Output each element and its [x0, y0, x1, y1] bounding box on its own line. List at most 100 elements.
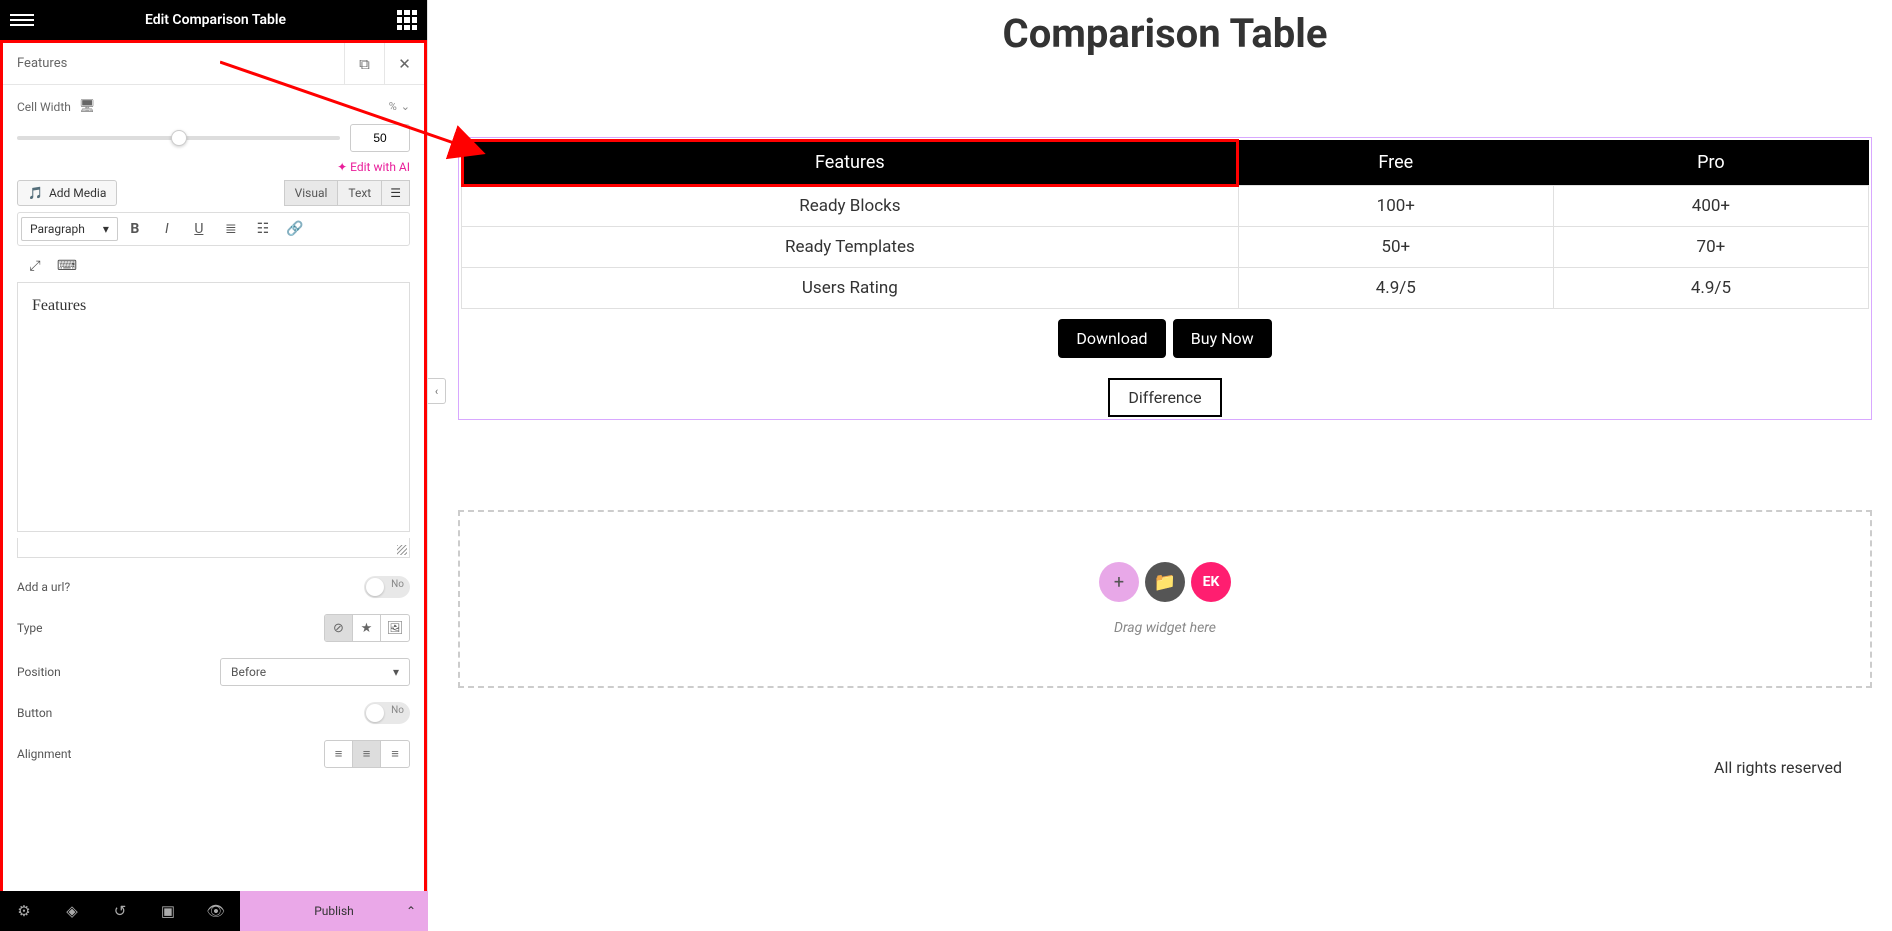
- toggle-label: No: [391, 579, 404, 590]
- buy-now-button[interactable]: Buy Now: [1173, 319, 1272, 358]
- chevron-down-icon[interactable]: ⌄: [401, 100, 410, 113]
- chevron-down-icon: ▾: [393, 665, 399, 679]
- chevron-up-icon: ⌃: [406, 904, 416, 918]
- section-header: Features ⧉ ✕: [3, 43, 424, 85]
- tab-visual[interactable]: Visual: [284, 180, 339, 206]
- dropzone-icons: + 📁 EK: [510, 562, 1820, 602]
- cell[interactable]: 400+: [1553, 186, 1868, 227]
- align-center-icon[interactable]: ≡: [353, 741, 381, 767]
- navigator-icon[interactable]: ◈: [48, 891, 96, 931]
- section-title[interactable]: Features: [3, 56, 344, 71]
- download-button[interactable]: Download: [1058, 319, 1165, 358]
- template-library-icon[interactable]: 📁: [1145, 562, 1185, 602]
- position-row: Position Before ▾: [17, 650, 410, 694]
- bold-icon[interactable]: B: [120, 216, 150, 242]
- elementskit-icon[interactable]: EK: [1191, 562, 1231, 602]
- header-free[interactable]: Free: [1238, 140, 1553, 186]
- add-media-label: Add Media: [49, 186, 106, 200]
- cell-width-input[interactable]: [350, 124, 410, 152]
- alignment-row: Alignment ≡ ≡ ≡: [17, 732, 410, 776]
- type-image-icon[interactable]: 🖼: [381, 615, 409, 641]
- toggle-label: No: [391, 705, 404, 716]
- media-toolbar: 🎵 Add Media Visual Text ☰: [17, 180, 410, 206]
- widgets-grid-icon[interactable]: [397, 10, 417, 30]
- preview-icon[interactable]: 👁: [192, 891, 240, 931]
- text-editor[interactable]: Features: [17, 282, 410, 532]
- panel-title: Edit Comparison Table: [34, 12, 397, 28]
- cell-width-slider-row: [17, 124, 410, 152]
- cell[interactable]: Ready Templates: [462, 227, 1239, 268]
- bullet-list-icon[interactable]: ≣: [216, 216, 246, 242]
- settings-icon[interactable]: ⚙: [0, 891, 48, 931]
- difference-button[interactable]: Difference: [1108, 378, 1221, 417]
- position-select[interactable]: Before ▾: [220, 658, 410, 686]
- button-toggle[interactable]: No: [364, 702, 410, 724]
- paragraph-select[interactable]: Paragraph ▾: [21, 217, 118, 241]
- close-icon[interactable]: ✕: [384, 43, 424, 85]
- italic-icon[interactable]: I: [152, 216, 182, 242]
- hamburger-menu-icon[interactable]: [10, 14, 34, 26]
- numbered-list-icon[interactable]: ☷: [248, 216, 278, 242]
- publish-button[interactable]: Publish ⌃: [240, 891, 428, 931]
- action-buttons: Download Buy Now: [461, 317, 1869, 360]
- unit-label[interactable]: %: [389, 100, 397, 113]
- slider-thumb[interactable]: [171, 130, 187, 146]
- desktop-icon[interactable]: 🖥: [79, 99, 96, 114]
- alignment-label: Alignment: [17, 747, 71, 761]
- cell[interactable]: 4.9/5: [1553, 268, 1868, 309]
- footer-text: All rights reserved: [458, 758, 1872, 777]
- add-section-icon[interactable]: +: [1099, 562, 1139, 602]
- page-title: Comparison Table: [458, 10, 1872, 57]
- cell[interactable]: 50+: [1238, 227, 1553, 268]
- comparison-table: Features Free Pro Ready Blocks 100+ 400+…: [461, 140, 1869, 309]
- table-row: Ready Templates 50+ 70+: [462, 227, 1869, 268]
- type-star-icon[interactable]: ★: [353, 615, 381, 641]
- cell[interactable]: Ready Blocks: [462, 186, 1239, 227]
- editor-resize-handle[interactable]: [17, 538, 410, 558]
- controls-area: Cell Width 🖥 % ⌄ ✦ Edit with AI: [3, 85, 424, 776]
- add-url-label: Add a url?: [17, 580, 70, 594]
- paragraph-select-label: Paragraph: [30, 222, 85, 236]
- edit-with-ai-link[interactable]: ✦ Edit with AI: [17, 160, 410, 174]
- tab-text[interactable]: Text: [338, 180, 382, 206]
- format-toolbar-2: ⤢ ⌨: [17, 250, 410, 282]
- chevron-down-icon: ▾: [103, 222, 109, 236]
- header-pro[interactable]: Pro: [1553, 140, 1868, 186]
- header-features[interactable]: Features: [462, 140, 1239, 186]
- keyboard-icon[interactable]: ⌨: [52, 253, 82, 279]
- add-media-button[interactable]: 🎵 Add Media: [17, 180, 117, 206]
- align-right-icon[interactable]: ≡: [381, 741, 409, 767]
- table-row: Users Rating 4.9/5 4.9/5: [462, 268, 1869, 309]
- toggle-knob: [366, 578, 384, 596]
- edit-panel: Edit Comparison Table Features ⧉ ✕ Cell …: [0, 0, 428, 931]
- link-icon[interactable]: 🔗: [280, 216, 310, 242]
- cell-width-slider[interactable]: [17, 136, 340, 140]
- fullscreen-icon[interactable]: ⤢: [20, 253, 50, 279]
- music-icon: 🎵: [28, 186, 43, 200]
- difference-row: Difference: [461, 368, 1869, 417]
- position-label: Position: [17, 665, 61, 679]
- duplicate-icon[interactable]: ⧉: [344, 43, 384, 85]
- underline-icon[interactable]: U: [184, 216, 214, 242]
- table-row: Ready Blocks 100+ 400+: [462, 186, 1869, 227]
- cell[interactable]: 100+: [1238, 186, 1553, 227]
- comparison-table-widget[interactable]: Features Free Pro Ready Blocks 100+ 400+…: [458, 137, 1872, 420]
- history-icon[interactable]: ↺: [96, 891, 144, 931]
- add-url-toggle[interactable]: No: [364, 576, 410, 598]
- add-url-row: Add a url? No: [17, 568, 410, 606]
- widget-dropzone[interactable]: + 📁 EK Drag widget here: [458, 510, 1872, 688]
- button-row: Button No: [17, 694, 410, 732]
- button-label: Button: [17, 706, 52, 720]
- cell-width-row: Cell Width 🖥 % ⌄: [17, 99, 410, 114]
- type-options: ⊘ ★ 🖼: [324, 614, 410, 642]
- responsive-icon[interactable]: ▣: [144, 891, 192, 931]
- editor-extra-icon[interactable]: ☰: [382, 180, 410, 206]
- preview-canvas: Comparison Table Features Free Pro Ready…: [428, 0, 1892, 931]
- cell[interactable]: 70+: [1553, 227, 1868, 268]
- bottom-bar: ⚙ ◈ ↺ ▣ 👁 Publish ⌃: [0, 891, 428, 931]
- cell[interactable]: Users Rating: [462, 268, 1239, 309]
- type-none-icon[interactable]: ⊘: [325, 615, 353, 641]
- cell[interactable]: 4.9/5: [1238, 268, 1553, 309]
- type-row: Type ⊘ ★ 🖼: [17, 606, 410, 650]
- align-left-icon[interactable]: ≡: [325, 741, 353, 767]
